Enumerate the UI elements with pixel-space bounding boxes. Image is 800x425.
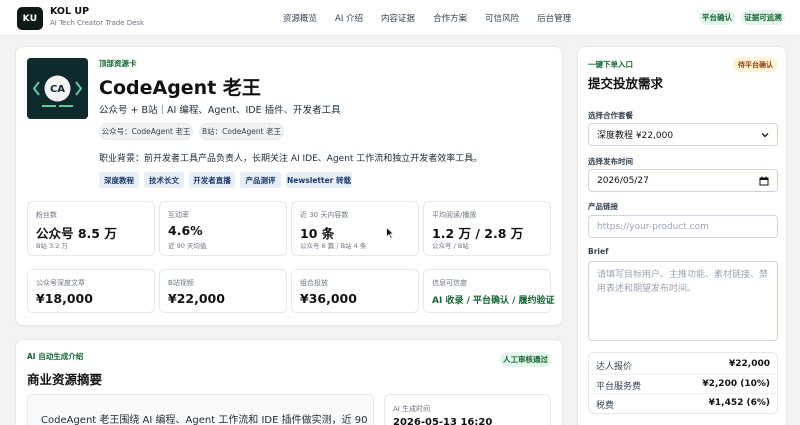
stat-label: B站视频 bbox=[168, 279, 194, 287]
review-passed-badge: 人工审核通过 bbox=[500, 352, 551, 367]
product-link-input[interactable]: https://your-product.com bbox=[588, 215, 778, 238]
nav-item-evidence[interactable]: 内容证据 bbox=[381, 12, 415, 24]
date-input[interactable]: 2026/05/27 bbox=[588, 169, 778, 192]
creator-subtitle: 公众号 + B站｜AI 编程、Agent、IDE 插件、开发者工具 bbox=[99, 105, 341, 116]
order-section-tag: 一键下单入口 bbox=[588, 60, 633, 69]
stat-followers: 粉丝数 公众号 8.5 万 B站 3.2 万 bbox=[27, 201, 155, 256]
top-bar: KU KOL UP AI Tech Creator Trade Desk 资源概… bbox=[0, 0, 800, 36]
stat-content-count: 近 30 天内容数 10 条 公众号 6 篇 / B站 4 条 bbox=[291, 201, 419, 256]
stat-value: ¥18,000 bbox=[36, 291, 93, 306]
stat-sub: 近 90 天均值 bbox=[168, 242, 207, 250]
pricing-value: ¥2,200 (10%) bbox=[702, 379, 770, 389]
order-form-title: 提交投放需求 bbox=[588, 76, 664, 91]
nav-item-admin[interactable]: 后台管理 bbox=[537, 12, 571, 24]
stat-sub: B站 3.2 万 bbox=[36, 242, 68, 250]
package-select[interactable]: 深度教程 ¥22,000 bbox=[588, 123, 778, 146]
stat-value: 4.6% bbox=[168, 223, 203, 238]
account-chip-wechat[interactable]: 公众号：CodeAgent 老王 bbox=[99, 123, 193, 140]
stat-label: 信息可信度 bbox=[432, 279, 467, 287]
price-combo: 组合投放 ¥36,000 bbox=[291, 269, 419, 313]
price-wechat-article: 公众号深度文章 ¥18,000 bbox=[27, 269, 155, 313]
creator-background: 职业背景：前开发者工具产品负责人，长期关注 AI IDE、Agent 工作流和独… bbox=[99, 154, 483, 164]
stat-avg-views: 平均阅读/播放 1.2 万 / 2.8 万 公众号 / B站 bbox=[423, 201, 551, 256]
tag-long-article[interactable]: 技术长文 bbox=[144, 172, 184, 188]
pricing-label: 平台服务费 bbox=[596, 382, 642, 392]
price-bilibili-video: B站视频 ¥22,000 bbox=[159, 269, 287, 313]
tag-newsletter[interactable]: Newsletter 转载 bbox=[286, 172, 352, 188]
brand-tagline: AI Tech Creator Trade Desk bbox=[50, 19, 145, 27]
creator-avatar: CA bbox=[27, 58, 88, 119]
pricing-row-tax: 税费 ¥1,452 (6%) bbox=[588, 393, 778, 411]
pending-status-badge: 待平台确认 bbox=[733, 57, 778, 72]
pricing-row-service: 平台服务费 ¥2,200 (10%) bbox=[588, 374, 778, 392]
stat-engagement: 互动率 4.6% 近 90 天均值 bbox=[159, 201, 287, 256]
credibility-info: 信息可信度 AI 收录 / 平台确认 / 履约验证 bbox=[423, 269, 555, 313]
stat-label: 互动率 bbox=[168, 211, 189, 219]
stat-sub: 公众号 6 篇 / B站 4 条 bbox=[300, 242, 367, 250]
platform-confirmed-badge: 平台确认 bbox=[699, 10, 735, 25]
nav-item-overview[interactable]: 资源概览 bbox=[283, 12, 317, 24]
package-label: 选择合作套餐 bbox=[588, 111, 633, 120]
package-select-value: 深度教程 ¥22,000 bbox=[597, 131, 674, 141]
stat-sub: 公众号 / B站 bbox=[432, 242, 469, 250]
account-chip-bilibili[interactable]: B站：CodeAgent 老王 bbox=[199, 123, 284, 140]
brief-label: Brief bbox=[588, 247, 609, 256]
profile-section-tag: 顶部资源卡 bbox=[99, 59, 137, 68]
avatar-text: CA bbox=[50, 84, 65, 95]
brand-name: KOL UP bbox=[50, 6, 90, 17]
code-agent-logo-icon: CA bbox=[27, 58, 88, 119]
stat-value: ¥36,000 bbox=[300, 291, 357, 306]
nav-item-risk[interactable]: 可信风险 bbox=[485, 12, 519, 24]
date-input-value: 2026/05/27 bbox=[597, 175, 649, 186]
gen-time-value: 2026-05-13 16:20 bbox=[393, 417, 493, 425]
brand-logo[interactable]: KU bbox=[17, 7, 43, 30]
nav-item-plans[interactable]: 合作方案 bbox=[433, 12, 467, 24]
tag-product-review[interactable]: 产品测评 bbox=[240, 172, 281, 188]
stat-value: ¥22,000 bbox=[168, 291, 225, 306]
gen-time-label: AI 生成时间 bbox=[393, 405, 431, 413]
brief-placeholder: 请填写目标用户、主推功能、素材链接、禁用表述和期望发布时间。 bbox=[597, 270, 769, 294]
stat-label: 平均阅读/播放 bbox=[432, 211, 477, 219]
summary-title: 商业资源摘要 bbox=[27, 372, 103, 387]
product-link-placeholder: https://your-product.com bbox=[597, 221, 709, 232]
pricing-row-kol: 达人报价 ¥22,000 bbox=[588, 355, 778, 373]
date-label: 选择发布时间 bbox=[588, 157, 633, 166]
chevron-down-icon bbox=[761, 132, 769, 137]
stat-label: 近 30 天内容数 bbox=[300, 211, 349, 219]
brief-textarea[interactable]: 请填写目标用户、主推功能、素材链接、禁用表述和期望发布时间。 bbox=[588, 261, 778, 341]
nav-item-ai-intro[interactable]: AI 介绍 bbox=[335, 12, 363, 24]
creator-name: CodeAgent 老王 bbox=[99, 77, 261, 99]
stat-value: AI 收录 / 平台确认 / 履约验证 bbox=[432, 296, 555, 306]
pricing-label: 税费 bbox=[596, 401, 615, 411]
evidence-traceable-badge: 证据可追溯 bbox=[741, 10, 785, 25]
pricing-value: ¥22,000 bbox=[729, 359, 770, 369]
link-label: 产品链接 bbox=[588, 202, 618, 211]
summary-body: CodeAgent 老王围绕 AI 编程、Agent 工作流和 IDE 插件做实… bbox=[41, 415, 368, 425]
stat-label: 粉丝数 bbox=[36, 211, 57, 219]
pricing-value: ¥1,452 (6%) bbox=[708, 398, 770, 408]
mouse-cursor-icon bbox=[386, 227, 394, 239]
stat-label: 组合投放 bbox=[300, 279, 328, 287]
summary-section-tag: AI 自动生成介绍 bbox=[27, 352, 84, 361]
tag-live-stream[interactable]: 开发者直播 bbox=[189, 172, 235, 188]
pricing-label: 达人报价 bbox=[596, 362, 633, 372]
main-nav: 资源概览 AI 介绍 内容证据 合作方案 可信风险 后台管理 bbox=[283, 0, 571, 36]
stat-label: 公众号深度文章 bbox=[36, 279, 85, 287]
tag-tutorial[interactable]: 深度教程 bbox=[99, 172, 139, 188]
calendar-icon[interactable] bbox=[759, 176, 769, 186]
